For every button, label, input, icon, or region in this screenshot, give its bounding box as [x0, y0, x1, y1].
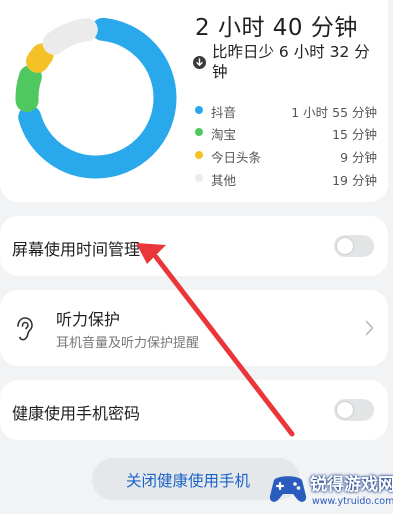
screen-time-toggle[interactable]	[334, 235, 374, 257]
total-screen-time: 2 小时 40 分钟	[195, 15, 358, 41]
legend-app-name: 淘宝	[211, 127, 237, 142]
legend-app-name: 今日头条	[211, 150, 262, 165]
legend-app-duration: 1 小时 55 分钟	[291, 105, 377, 120]
healthy-password-toggle[interactable]	[334, 399, 374, 421]
legend-dot	[195, 174, 203, 182]
comparison-text: 比昨日少 6 小时 32 分钟	[212, 43, 370, 81]
legend-dot	[195, 151, 203, 159]
legend-app-name: 抖音	[211, 105, 237, 120]
down-arrow-icon	[193, 56, 206, 69]
usage-donut-chart	[15, 17, 177, 179]
legend-row-other: 其他 19 分钟	[195, 170, 377, 188]
legend-row-douyin: 抖音 1 小时 55 分钟	[195, 102, 377, 120]
legend-app-duration: 19 分钟	[332, 173, 377, 188]
legend-dot	[195, 106, 203, 114]
gamepad-logo-icon	[269, 476, 307, 502]
hearing-protection-title: 听力保护	[56, 310, 121, 329]
legend-app-duration: 9 分钟	[340, 150, 377, 165]
close-healthy-usage-label: 关闭健康使用手机	[126, 472, 251, 490]
chevron-right-icon[interactable]	[365, 320, 374, 336]
screen-time-management-label: 屏幕使用时间管理	[12, 240, 141, 259]
healthy-password-label: 健康使用手机密码	[12, 404, 141, 423]
site-watermark: 锐得游戏网 www.ytruido.com	[268, 468, 393, 514]
legend-app-name: 其他	[211, 173, 237, 188]
watermark-url: www.ytruido.com	[312, 496, 393, 507]
legend-row-toutiao: 今日头条 9 分钟	[195, 147, 377, 165]
legend-row-taobao: 淘宝 15 分钟	[195, 124, 377, 142]
hearing-protection-subtitle: 耳机音量及听力保护提醒	[56, 336, 200, 351]
toggle-knob	[337, 402, 353, 418]
watermark-site-name: 锐得游戏网	[310, 475, 393, 495]
legend-app-duration: 15 分钟	[332, 127, 377, 142]
toggle-knob	[337, 238, 353, 254]
legend-dot	[195, 128, 203, 136]
ear-icon	[17, 317, 33, 341]
